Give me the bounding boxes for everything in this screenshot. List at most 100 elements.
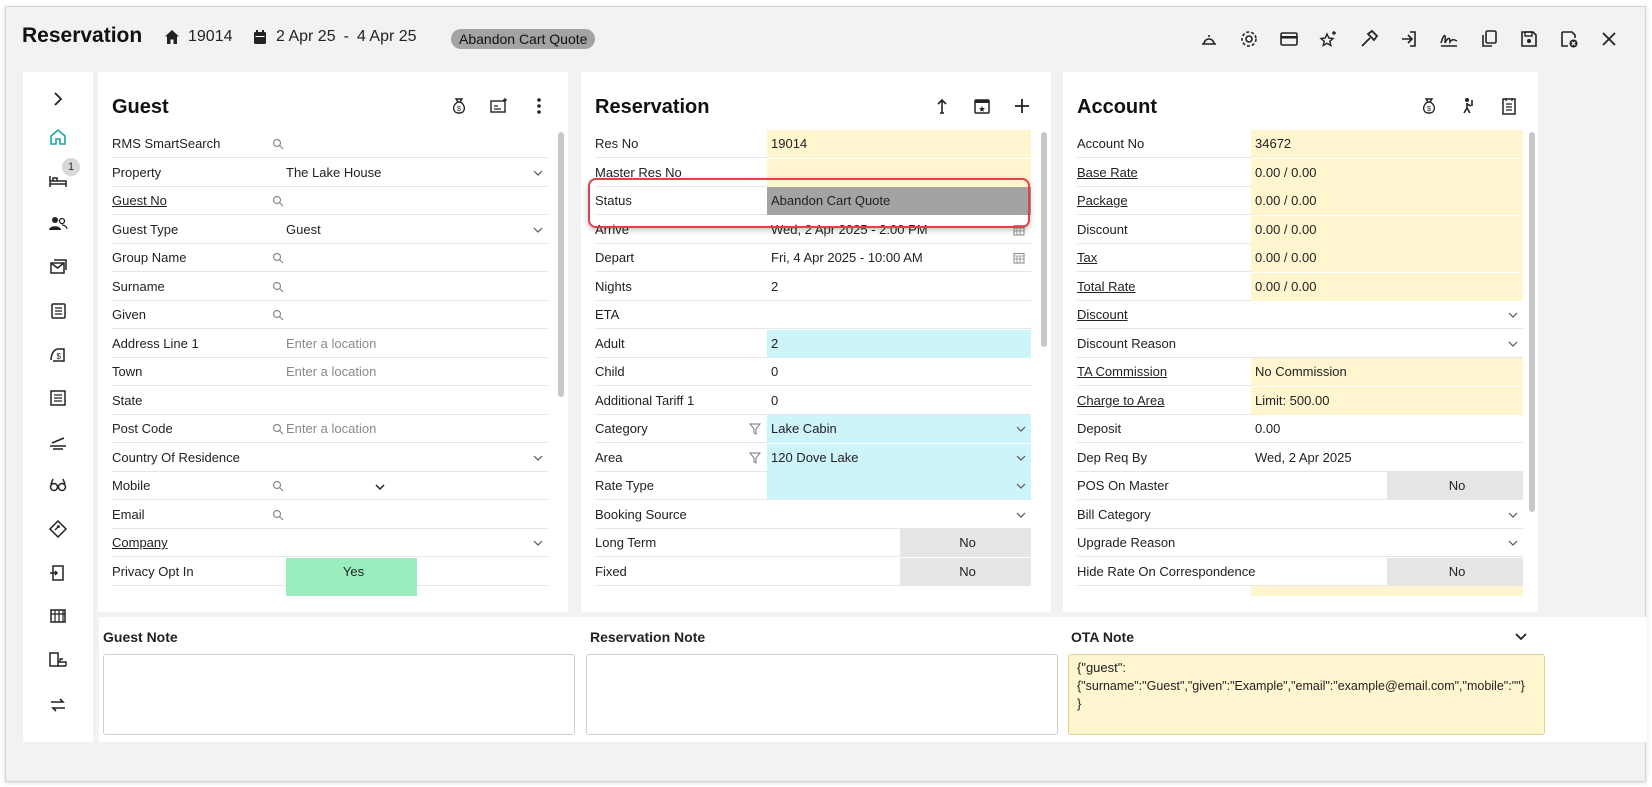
- long-term-row[interactable]: Long Term No: [595, 529, 1031, 557]
- privacy-toggle[interactable]: Yes: [286, 557, 417, 586]
- reservation-scrollbar[interactable]: [1041, 132, 1047, 347]
- state-row[interactable]: State: [112, 387, 548, 415]
- given-row[interactable]: Given: [112, 301, 548, 329]
- pos-on-master-toggle[interactable]: No: [1387, 472, 1523, 500]
- company-link[interactable]: Company: [112, 529, 168, 557]
- tax-row[interactable]: Tax 0.00 / 0.00: [1077, 244, 1523, 272]
- sidebar-item-guests[interactable]: [23, 209, 93, 239]
- category-value[interactable]: Lake Cabin: [767, 415, 1031, 443]
- arrive-value[interactable]: Wed, 2 Apr 2025 - 2:00 PM: [767, 216, 928, 244]
- charge-to-area-row[interactable]: Charge to Area Limit: 500.00: [1077, 386, 1523, 415]
- category-row[interactable]: Category Lake Cabin: [595, 415, 1031, 443]
- ta-commission-row[interactable]: TA Commission No Commission: [1077, 358, 1523, 386]
- settings-button[interactable]: [1229, 25, 1269, 53]
- booking-source-row[interactable]: Booking Source: [595, 501, 1031, 529]
- tools-button[interactable]: [1349, 25, 1389, 53]
- bell-button[interactable]: [1189, 25, 1229, 53]
- guest-no-link[interactable]: Guest No: [112, 187, 167, 215]
- package-link[interactable]: Package: [1077, 187, 1128, 215]
- bill-category-row[interactable]: Bill Category: [1077, 501, 1523, 529]
- guest-scrollbar[interactable]: [558, 132, 564, 397]
- sidebar-item-accounts[interactable]: $: [23, 340, 93, 370]
- smartsearch-row[interactable]: RMS SmartSearch: [112, 130, 548, 158]
- nights-row[interactable]: Nights 2: [595, 273, 1031, 301]
- hide-rate-toggle[interactable]: No: [1387, 557, 1523, 586]
- sidebar-item-home[interactable]: [23, 122, 93, 152]
- ta-commission-link[interactable]: TA Commission: [1077, 358, 1167, 386]
- save-button[interactable]: [1509, 25, 1549, 53]
- total-rate-link[interactable]: Total Rate: [1077, 273, 1136, 301]
- magic-button[interactable]: [1309, 25, 1349, 53]
- chevron-down-icon[interactable]: [1513, 629, 1529, 645]
- sidebar-item-correspondence[interactable]: [23, 252, 93, 282]
- property-row[interactable]: Property The Lake House: [112, 159, 548, 187]
- depart-row[interactable]: Depart Fri, 4 Apr 2025 - 10:00 AM: [595, 244, 1031, 272]
- area-value[interactable]: 120 Dove Lake: [767, 443, 1031, 472]
- check-in-button[interactable]: [1389, 25, 1429, 53]
- sidebar-item-transfers[interactable]: [23, 558, 93, 588]
- account-money-button[interactable]: $: [1414, 92, 1444, 120]
- tariff-value[interactable]: 0: [767, 387, 778, 415]
- sidebar-item-history[interactable]: [23, 296, 93, 326]
- discount-reason-row[interactable]: Discount Reason: [1077, 330, 1523, 358]
- guest-no-row[interactable]: Guest No: [112, 187, 548, 215]
- area-row[interactable]: Area 120 Dove Lake: [595, 443, 1031, 472]
- add-button[interactable]: [1007, 92, 1037, 120]
- account-scrollbar[interactable]: [1529, 132, 1535, 512]
- sidebar-item-list[interactable]: [23, 383, 93, 413]
- sidebar-item-room-moves[interactable]: [23, 645, 93, 675]
- rate-type-row[interactable]: Rate Type: [595, 472, 1031, 500]
- sidebar-item-rooms[interactable]: [23, 166, 93, 196]
- master-res-no-value[interactable]: [767, 158, 1031, 187]
- mobile-row[interactable]: Mobile: [112, 472, 548, 500]
- sidebar-item-requirements[interactable]: [23, 514, 93, 544]
- tariff-row[interactable]: Additional Tariff 1 0: [595, 387, 1031, 415]
- reservation-note-textarea[interactable]: [586, 654, 1058, 735]
- guest-note-textarea[interactable]: [103, 654, 575, 735]
- dep-req-by-row[interactable]: Dep Req By Wed, 2 Apr 2025: [1077, 444, 1523, 472]
- base-rate-link[interactable]: Base Rate: [1077, 159, 1138, 187]
- email-row[interactable]: Email: [112, 501, 548, 529]
- status-value[interactable]: Abandon Cart Quote: [767, 187, 1031, 215]
- fixed-toggle[interactable]: No: [900, 557, 1031, 586]
- group-name-row[interactable]: Group Name: [112, 244, 548, 272]
- long-term-toggle[interactable]: No: [900, 529, 1031, 557]
- country-row[interactable]: Country Of Residence: [112, 444, 548, 472]
- payment-button[interactable]: [1269, 25, 1309, 53]
- calendar-button[interactable]: [967, 92, 997, 120]
- sidebar-item-services[interactable]: [23, 427, 93, 457]
- upgrade-reason-row[interactable]: Upgrade Reason: [1077, 529, 1523, 557]
- surname-row[interactable]: Surname: [112, 273, 548, 301]
- total-rate-row[interactable]: Total Rate 0.00 / 0.00: [1077, 272, 1523, 301]
- discount-row[interactable]: Discount: [1077, 301, 1523, 329]
- address1-row[interactable]: Address Line 1 Enter a location: [112, 330, 548, 358]
- depart-value[interactable]: Fri, 4 Apr 2025 - 10:00 AM: [767, 244, 923, 272]
- base-rate-row[interactable]: Base Rate 0.00 / 0.00: [1077, 158, 1523, 187]
- sidebar-item-swap[interactable]: [23, 690, 93, 720]
- guest-money-button[interactable]: $: [444, 92, 474, 120]
- filter-icon[interactable]: [749, 452, 761, 464]
- upgrade-button[interactable]: [927, 92, 957, 120]
- signature-button[interactable]: [1429, 25, 1469, 53]
- postcode-row[interactable]: Post Code Enter a location: [112, 415, 548, 443]
- deposit-value[interactable]: 0.00: [1251, 415, 1280, 443]
- discount-link[interactable]: Discount: [1077, 301, 1128, 329]
- nights-value[interactable]: 2: [767, 273, 778, 301]
- pos-on-master-row[interactable]: POS On Master No: [1077, 472, 1523, 500]
- save-close-button[interactable]: [1549, 25, 1589, 53]
- sidebar-expand[interactable]: [23, 84, 93, 114]
- account-ledger-button[interactable]: [1494, 92, 1524, 120]
- dep-req-by-value[interactable]: Wed, 2 Apr 2025: [1251, 444, 1352, 472]
- deposit-row[interactable]: Deposit 0.00: [1077, 415, 1523, 443]
- filter-icon[interactable]: [749, 423, 761, 435]
- town-row[interactable]: Town Enter a location: [112, 358, 548, 386]
- calendar-picker-icon[interactable]: [1013, 252, 1025, 264]
- status-row[interactable]: Status Abandon Cart Quote: [595, 187, 1031, 215]
- guest-more-button[interactable]: [524, 92, 554, 120]
- child-row[interactable]: Child 0: [595, 358, 1031, 386]
- account-person-button[interactable]: [1454, 92, 1484, 120]
- guest-card-button[interactable]: [484, 92, 514, 120]
- ota-note-textarea[interactable]: {"guest": {"surname":"Guest","given":"Ex…: [1068, 654, 1545, 735]
- master-res-no-row[interactable]: Master Res No: [595, 158, 1031, 187]
- guest-type-row[interactable]: Guest Type Guest: [112, 216, 548, 244]
